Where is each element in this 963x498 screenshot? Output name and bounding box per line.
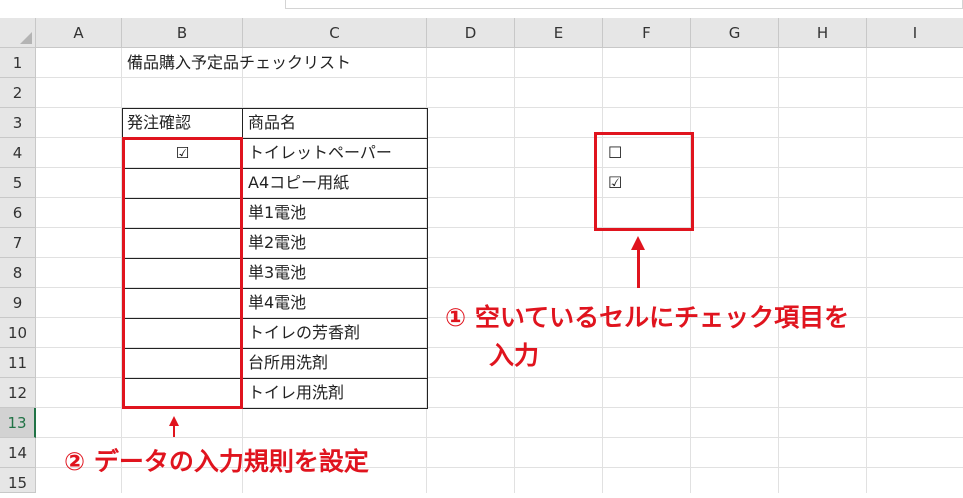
row-header-6[interactable]: 6 — [0, 198, 36, 228]
row-header-8[interactable]: 8 — [0, 258, 36, 288]
row-header-5[interactable]: 5 — [0, 168, 36, 198]
row-header-9[interactable]: 9 — [0, 288, 36, 318]
sheet-title-cell[interactable]: 備品購入予定品チェックリスト — [122, 48, 351, 78]
gridline-v — [690, 48, 691, 493]
row-header-10[interactable]: 10 — [0, 318, 36, 348]
item-cell[interactable]: 単1電池 — [243, 198, 306, 228]
column-header-i[interactable]: I — [867, 18, 963, 48]
row-header-3[interactable]: 3 — [0, 108, 36, 138]
formula-bar-area — [0, 0, 963, 18]
arrow-shaft — [173, 425, 175, 437]
annotation-step1-line2: 入力 — [489, 341, 540, 370]
item-cell[interactable]: 単2電池 — [243, 228, 306, 258]
column-header-f[interactable]: F — [603, 18, 691, 48]
item-cell[interactable]: トイレットペーパー — [243, 138, 392, 168]
highlight-validation-range — [122, 137, 243, 409]
column-header-a[interactable]: A — [36, 18, 122, 48]
select-all-triangle-icon — [20, 32, 32, 44]
row-header-12[interactable]: 12 — [0, 378, 36, 408]
column-header-c[interactable]: C — [243, 18, 427, 48]
arrow-shaft — [637, 248, 640, 288]
item-cell[interactable]: トイレ用洗剤 — [243, 378, 344, 408]
item-cell[interactable]: トイレの芳香剤 — [243, 318, 360, 348]
row-header-15[interactable]: 15 — [0, 468, 36, 493]
row-header-1[interactable]: 1 — [0, 48, 36, 78]
row-header-13-selected[interactable]: 13 — [0, 408, 36, 438]
annotation-step2: ② データの入力規則を設定 — [64, 447, 369, 476]
formula-bar-edge[interactable] — [285, 0, 963, 9]
item-cell[interactable]: 単4電池 — [243, 288, 306, 318]
row-header-2[interactable]: 2 — [0, 78, 36, 108]
gridline-v — [514, 48, 515, 493]
annotation-step1-line1: ① 空いているセルにチェック項目を — [445, 303, 850, 332]
row-header-14[interactable]: 14 — [0, 438, 36, 468]
arrow-up-icon — [169, 416, 179, 426]
column-header-h[interactable]: H — [779, 18, 867, 48]
gridline-v — [602, 48, 603, 493]
header-order-check[interactable]: 発注確認 — [122, 108, 191, 138]
gridline-h — [36, 437, 963, 438]
arrow-up-icon — [631, 236, 645, 250]
header-product-name[interactable]: 商品名 — [243, 108, 296, 138]
row-header-7[interactable]: 7 — [0, 228, 36, 258]
item-cell[interactable]: A4コピー用紙 — [243, 168, 349, 198]
column-header-g[interactable]: G — [691, 18, 779, 48]
highlight-check-items — [594, 132, 694, 231]
row-header-11[interactable]: 11 — [0, 348, 36, 378]
item-cell[interactable]: 単3電池 — [243, 258, 306, 288]
column-header-b[interactable]: B — [122, 18, 243, 48]
gridline-v — [866, 48, 867, 493]
spreadsheet-view: A B C D E F G H I 1 2 3 4 5 6 7 8 9 10 1… — [0, 0, 963, 493]
gridline-v — [778, 48, 779, 493]
select-all-corner[interactable] — [0, 18, 36, 48]
column-header-e[interactable]: E — [515, 18, 603, 48]
column-header-d[interactable]: D — [427, 18, 515, 48]
item-cell[interactable]: 台所用洗剤 — [243, 348, 328, 378]
row-header-4[interactable]: 4 — [0, 138, 36, 168]
